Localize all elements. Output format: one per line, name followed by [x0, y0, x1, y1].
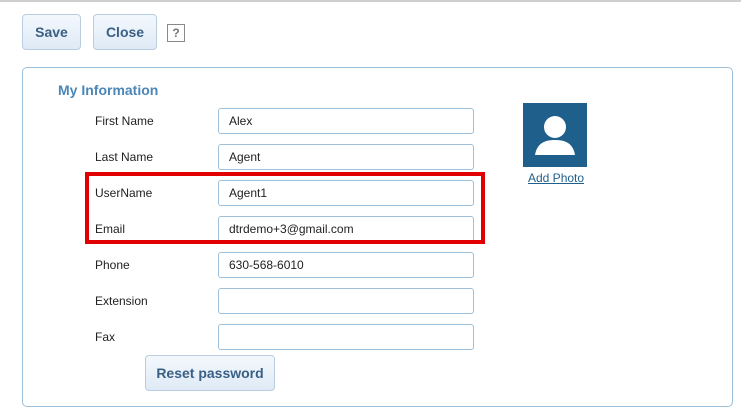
add-photo-link[interactable]: Add Photo	[528, 171, 584, 185]
last-name-label: Last Name	[95, 150, 154, 164]
save-button[interactable]: Save	[22, 14, 81, 50]
first-name-field[interactable]: Alex	[218, 108, 474, 134]
fax-label: Fax	[95, 330, 116, 344]
extension-field[interactable]	[218, 288, 474, 314]
highlight-box	[85, 172, 485, 244]
user-silhouette-icon[interactable]	[523, 103, 587, 167]
phone-label: Phone	[95, 258, 130, 272]
avatar-graphic	[535, 116, 575, 155]
reset-password-button[interactable]: Reset password	[145, 355, 275, 391]
top-divider	[0, 0, 741, 2]
first-name-label: First Name	[95, 114, 154, 128]
close-button[interactable]: Close	[93, 14, 157, 50]
section-title: My Information	[58, 82, 159, 98]
help-icon[interactable]: ?	[167, 24, 185, 42]
extension-label: Extension	[95, 294, 148, 308]
fax-field[interactable]	[218, 324, 474, 350]
phone-field[interactable]: 630-568-6010	[218, 252, 474, 278]
last-name-field[interactable]: Agent	[218, 144, 474, 170]
